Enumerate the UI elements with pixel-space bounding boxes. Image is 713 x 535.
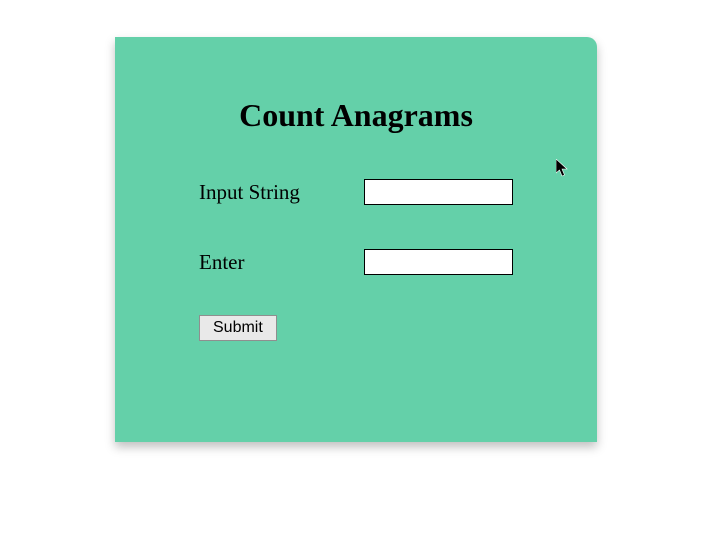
form-row: Enter [199,249,597,275]
input-string-field[interactable] [364,179,513,205]
form-row: Input String [199,179,597,205]
input-string-label: Input String [199,180,364,205]
page-title: Count Anagrams [115,97,597,134]
enter-label: Enter [199,250,364,275]
anagram-form: Input String Enter Submit [115,179,597,341]
submit-button[interactable]: Submit [199,315,277,341]
enter-field[interactable] [364,249,513,275]
anagram-card: Count Anagrams Input String Enter Submit [115,37,597,442]
